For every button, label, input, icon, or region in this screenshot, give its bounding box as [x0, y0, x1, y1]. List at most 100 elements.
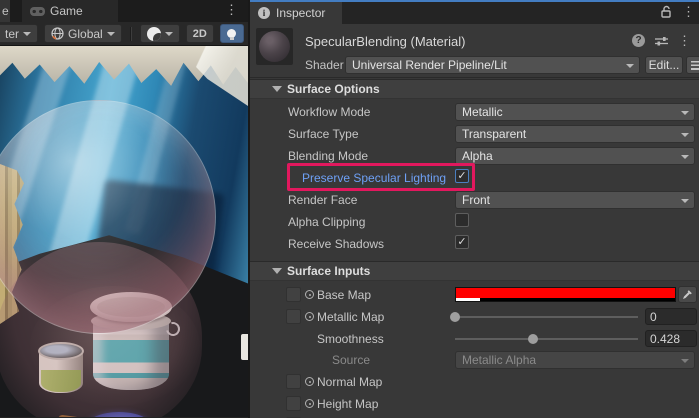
pivot-dropdown-button[interactable]: ter	[0, 24, 38, 43]
surface-options-header[interactable]: Surface Options	[250, 79, 699, 99]
shading-mode-dropdown-button[interactable]	[140, 24, 180, 43]
metallic-map-texture-slot[interactable]	[286, 309, 301, 324]
source-value: Metallic Alpha	[462, 353, 536, 367]
smoothness-slider-handle[interactable]	[528, 334, 538, 344]
foldout-triangle-icon	[272, 86, 282, 92]
edit-shader-button[interactable]: Edit...	[645, 56, 683, 74]
chevron-down-icon	[107, 32, 115, 36]
preserve-specular-label: Preserve Specular Lighting	[302, 171, 446, 185]
object-picker-icon[interactable]	[305, 290, 314, 299]
alpha-clipping-row: Alpha Clipping	[250, 211, 699, 233]
height-map-texture-slot[interactable]	[286, 396, 301, 411]
smoothness-slider[interactable]	[455, 338, 638, 340]
base-map-label: Base Map	[317, 288, 371, 302]
blending-mode-value: Alpha	[462, 149, 493, 163]
normal-map-row: Normal Map	[250, 371, 699, 393]
smoothness-source-row: Source Metallic Alpha	[250, 349, 699, 371]
blending-mode-label: Blending Mode	[288, 149, 368, 163]
metallic-slider[interactable]	[455, 316, 638, 318]
surface-type-row: Surface Type Transparent	[250, 123, 699, 145]
metallic-slider-handle[interactable]	[450, 312, 460, 322]
render-face-label: Render Face	[288, 193, 357, 207]
render-face-dropdown[interactable]: Front	[455, 191, 695, 209]
alpha-clipping-checkbox[interactable]	[455, 213, 469, 227]
tab-game[interactable]: Game	[22, 0, 118, 22]
chevron-down-icon	[165, 32, 173, 36]
globe-icon	[51, 27, 64, 40]
scene-lighting-toggle-button[interactable]	[220, 24, 244, 43]
shader-label: Shader	[305, 58, 345, 72]
base-map-texture-slot[interactable]	[286, 287, 301, 302]
surface-type-dropdown[interactable]: Transparent	[455, 125, 695, 143]
edit-button-label: Edit...	[649, 58, 680, 72]
height-map-label: Height Map	[317, 397, 378, 411]
scene-render-viewport[interactable]	[0, 46, 248, 417]
help-icon[interactable]: ?	[632, 34, 645, 47]
blending-mode-dropdown[interactable]: Alpha	[455, 147, 695, 165]
height-map-row: Height Map	[250, 393, 699, 415]
game-tabbar: e Game ⋮	[0, 0, 248, 22]
render-face-value: Front	[462, 193, 490, 207]
info-icon: i	[258, 7, 270, 19]
base-map-row: Base Map	[250, 284, 699, 306]
preserve-specular-checkbox[interactable]: ✓	[455, 169, 469, 183]
next-map-row-partial	[250, 414, 699, 418]
source-label: Source	[332, 353, 370, 367]
shader-extra-menu-button[interactable]	[686, 56, 699, 74]
presets-icon[interactable]	[655, 35, 668, 47]
material-menu-icon[interactable]: ⋮	[678, 34, 691, 47]
toggle-2d-button[interactable]: 2D	[186, 24, 214, 43]
shader-value: Universal Render Pipeline/Lit	[352, 58, 507, 72]
chevron-down-icon	[23, 32, 31, 36]
workflow-mode-row: Workflow Mode Metallic	[250, 101, 699, 123]
workflow-mode-value: Metallic	[462, 105, 503, 119]
blending-mode-row: Blending Mode Alpha	[250, 145, 699, 167]
object-picker-icon[interactable]	[305, 377, 314, 386]
foldout-triangle-icon	[272, 268, 282, 274]
inspector-panel: i Inspector ⋮ SpecularBlending (Material…	[250, 0, 699, 418]
game-tab-menu-icon[interactable]: ⋮	[225, 2, 238, 18]
scene-toolbar: ter Global 2D	[0, 22, 248, 46]
alpha-bar	[456, 298, 675, 301]
metallic-map-row: Metallic Map 0	[250, 306, 699, 328]
workflow-mode-dropdown[interactable]: Metallic	[455, 103, 695, 121]
metallic-map-label: Metallic Map	[317, 310, 384, 324]
gamepad-icon	[30, 7, 45, 16]
smoothness-row: Smoothness 0.428	[250, 328, 699, 350]
normal-map-texture-slot[interactable]	[286, 374, 301, 389]
pivot-label: ter	[5, 27, 19, 41]
base-map-color-swatch[interactable]	[455, 287, 676, 302]
tab-inspector[interactable]: i Inspector	[250, 2, 342, 24]
shaded-sphere-icon	[147, 27, 161, 41]
normal-map-label: Normal Map	[317, 375, 382, 389]
tab-scene-partial[interactable]: e	[0, 0, 10, 22]
material-header: SpecularBlending (Material) ? ⋮ Shader U…	[250, 24, 699, 78]
render-face-row: Render Face Front	[250, 189, 699, 211]
metallic-value-field[interactable]: 0	[645, 308, 697, 325]
unlock-icon[interactable]	[660, 5, 672, 18]
eyedropper-icon	[682, 289, 693, 300]
unity-editor-window: e Game ⋮ ter Global	[0, 0, 699, 418]
lightbulb-icon	[227, 29, 236, 38]
surface-options-title: Surface Options	[287, 82, 380, 96]
alpha-clipping-label: Alpha Clipping	[288, 215, 365, 229]
object-picker-icon[interactable]	[305, 312, 314, 321]
global-dropdown-button[interactable]: Global	[44, 24, 122, 43]
eyedropper-button[interactable]	[678, 286, 697, 303]
game-view-panel: e Game ⋮ ter Global	[0, 0, 248, 418]
smoothness-value-field[interactable]: 0.428	[645, 330, 697, 347]
object-picker-icon[interactable]	[305, 399, 314, 408]
surface-type-value: Transparent	[462, 127, 526, 141]
receive-shadows-label: Receive Shadows	[288, 237, 384, 251]
surface-inputs-header[interactable]: Surface Inputs	[250, 261, 699, 281]
shader-dropdown[interactable]: Universal Render Pipeline/Lit	[345, 56, 640, 74]
inspector-menu-icon[interactable]: ⋮	[682, 5, 695, 18]
preserve-specular-row: Preserve Specular Lighting ✓	[250, 167, 699, 189]
receive-shadows-checkbox[interactable]: ✓	[455, 235, 469, 249]
workflow-mode-label: Workflow Mode	[288, 105, 370, 119]
material-preview-thumbnail[interactable]	[256, 28, 293, 65]
material-title: SpecularBlending (Material)	[305, 34, 465, 49]
scene-white-object	[241, 334, 248, 360]
tab-scene-partial-label: e	[2, 4, 9, 18]
source-dropdown: Metallic Alpha	[455, 351, 695, 369]
